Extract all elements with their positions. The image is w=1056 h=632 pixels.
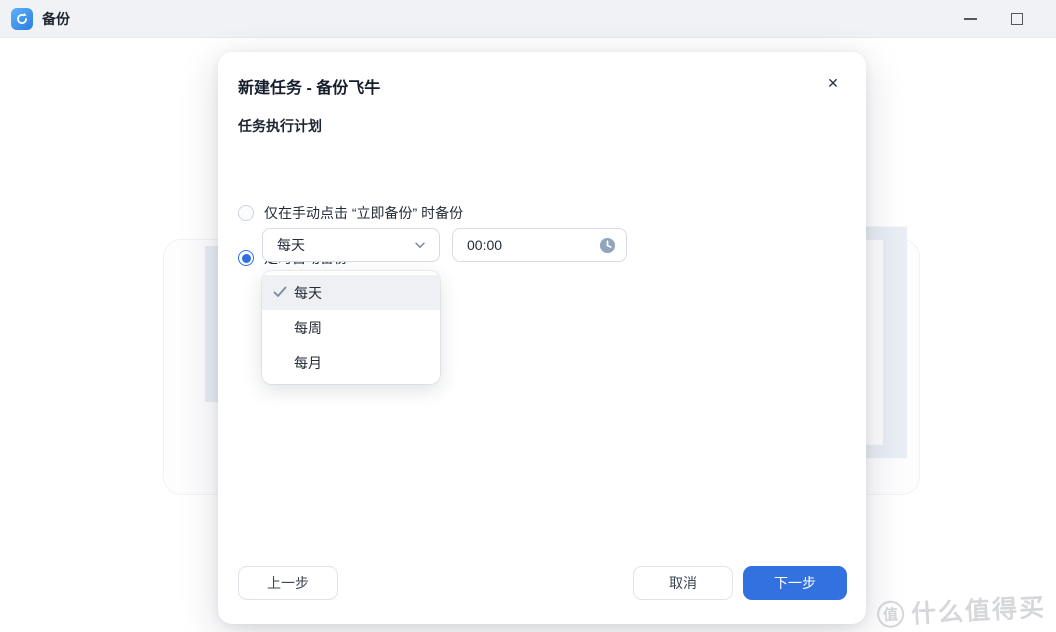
menu-item-monthly[interactable]: 每月 — [262, 345, 440, 380]
radio-manual-backup-label: 仅在手动点击 “立即备份” 时备份 — [264, 203, 463, 223]
check-icon — [272, 284, 288, 300]
frequency-select-value: 每天 — [277, 235, 413, 255]
back-button[interactable]: 上一步 — [238, 566, 338, 600]
next-button[interactable]: 下一步 — [743, 566, 847, 600]
menu-item-daily[interactable]: 每天 — [262, 275, 440, 310]
frequency-select[interactable]: 每天 — [262, 228, 440, 262]
cancel-button[interactable]: 取消 — [633, 566, 733, 600]
frequency-dropdown-menu: 每天 每周 每月 — [262, 271, 440, 384]
maximize-icon — [1011, 13, 1023, 25]
menu-item-daily-label: 每天 — [294, 283, 322, 303]
window-title: 备份 — [42, 9, 70, 29]
section-heading: 任务执行计划 — [238, 116, 322, 136]
minimize-button[interactable] — [962, 11, 978, 27]
maximize-button[interactable] — [1009, 11, 1025, 27]
radio-unselected-icon — [238, 205, 254, 221]
minimize-icon — [964, 18, 977, 20]
close-icon[interactable]: ✕ — [822, 72, 844, 94]
chevron-down-icon — [413, 238, 427, 252]
time-input[interactable] — [467, 237, 599, 253]
radio-manual-backup[interactable]: 仅在手动点击 “立即备份” 时备份 — [238, 203, 463, 223]
backup-app-icon — [11, 8, 33, 30]
time-input-wrapper — [452, 228, 627, 262]
menu-item-monthly-label: 每月 — [294, 353, 322, 373]
watermark-text: 什么值得买 — [910, 588, 1047, 631]
smzdm-watermark: 值 什么值得买 — [876, 588, 1047, 632]
smzdm-logo-icon: 值 — [876, 600, 904, 628]
new-task-dialog: 新建任务 - 备份飞牛 ✕ 任务执行计划 仅在手动点击 “立即备份” 时备份 定… — [218, 52, 866, 624]
radio-selected-icon — [238, 250, 254, 266]
sync-arrow-icon — [15, 12, 29, 26]
dialog-title: 新建任务 - 备份飞牛 — [238, 74, 380, 98]
clock-icon[interactable] — [599, 237, 616, 254]
window-controls — [962, 11, 1045, 27]
menu-item-weekly[interactable]: 每周 — [262, 310, 440, 345]
app-window: 备份 [ ] 值 什么值得买 新建任务 - 备份飞牛 ✕ 任务执行计划 仅在手动… — [0, 0, 1056, 632]
window-titlebar: 备份 — [0, 0, 1056, 38]
menu-item-weekly-label: 每周 — [294, 318, 322, 338]
